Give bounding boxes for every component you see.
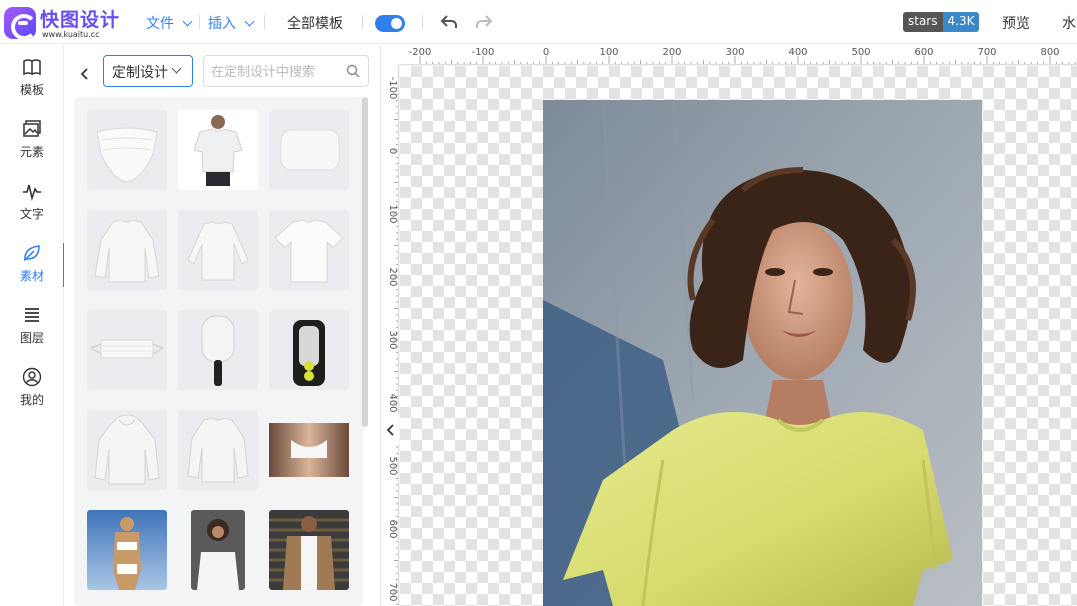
material-search <box>203 55 369 87</box>
grid-toggle[interactable] <box>375 15 405 32</box>
insert-menu-label: 插入 <box>208 16 236 32</box>
stars-label: stars <box>903 12 943 32</box>
logo-mark-icon <box>4 7 37 40</box>
sidebar-item-label: 素材 <box>19 269 44 283</box>
sidebar-item-label: 模板 <box>19 83 44 97</box>
preview-button[interactable]: 预览 <box>1002 13 1030 33</box>
brand-url: www.kuaitu.cc <box>42 30 100 39</box>
vertical-ruler: -1000100200300400500600700 <box>381 65 399 606</box>
brand-name: 快图设计 <box>40 9 121 31</box>
category-select[interactable]: 定制设计 <box>103 55 193 87</box>
layers-icon <box>25 308 39 322</box>
search-icon[interactable] <box>346 64 360 78</box>
user-icon <box>22 367 42 387</box>
horizontal-ruler: -200 -100 0 100 200 300 400 500 600 700 800 <box>399 45 1077 65</box>
search-input[interactable] <box>211 62 341 82</box>
sidebar-item-label: 图层 <box>19 331 44 345</box>
divider <box>362 15 363 29</box>
pulse-icon <box>23 184 41 201</box>
canvas-area: -200 -100 0 100 200 300 400 500 600 700 800 -100 0 1… <box>380 45 1077 606</box>
material-thumb-white-tee-model[interactable] <box>191 510 245 590</box>
sidebar-item-label: 元素 <box>19 145 44 159</box>
material-thumb-paddle[interactable] <box>178 310 258 390</box>
material-thumb-pillow[interactable] <box>269 110 349 190</box>
model-photo <box>543 100 982 606</box>
material-thumb-medical-mask[interactable] <box>87 310 167 390</box>
sidebar-item-mine[interactable]: 我的 <box>0 355 64 413</box>
file-menu[interactable]: 文件 <box>146 13 193 33</box>
materials-panel: 定制设计 <box>64 45 380 606</box>
chevron-down-icon <box>244 16 255 26</box>
image-icon <box>23 120 41 137</box>
material-thumb-crewneck[interactable] <box>178 410 258 490</box>
material-thumb-sweatshirt[interactable] <box>87 210 167 290</box>
category-select-value: 定制设计 <box>112 65 168 81</box>
ruler-corner <box>381 45 399 65</box>
file-menu-label: 文件 <box>146 16 174 32</box>
material-thumb-sports-bra-model[interactable] <box>269 410 349 490</box>
material-thumb-face-mask[interactable] <box>87 110 167 190</box>
panel-scrollbar[interactable] <box>362 97 368 427</box>
sidebar-item-elements[interactable]: 元素 <box>0 107 64 165</box>
material-thumb-hoodie[interactable] <box>87 410 167 490</box>
material-thumb-swimwear-model[interactable] <box>87 510 167 590</box>
chevron-left-icon <box>386 424 394 436</box>
insert-menu[interactable]: 插入 <box>208 13 255 33</box>
divider <box>422 15 423 29</box>
all-templates-button[interactable]: 全部模板 <box>287 13 343 33</box>
redo-icon[interactable] <box>474 12 494 32</box>
chevron-down-icon <box>182 16 193 26</box>
collapse-panel-button[interactable] <box>381 415 399 445</box>
sidebar-item-text[interactable]: 文字 <box>0 169 64 227</box>
sidebar-item-templates[interactable]: 模板 <box>0 45 64 103</box>
sidebar-item-materials[interactable]: 素材 <box>0 231 65 289</box>
stars-count: 4.3K <box>942 12 980 32</box>
material-grid <box>74 97 363 606</box>
brand-logo[interactable]: 快图设计 www.kuaitu.cc <box>4 5 134 41</box>
divider <box>199 15 200 29</box>
sidebar-item-layers[interactable]: 图层 <box>0 293 64 351</box>
sidebar-item-label: 文字 <box>19 207 44 221</box>
undo-icon[interactable] <box>439 12 459 32</box>
leaf-icon <box>24 245 40 262</box>
github-stars-badge[interactable]: stars 4.3K <box>903 12 980 32</box>
material-thumb-jacket-model[interactable] <box>269 510 349 590</box>
watermark-button[interactable]: 水 <box>1062 13 1076 33</box>
left-sidebar: 模板 元素 文字 素材 图层 我的 <box>0 45 65 606</box>
chevron-down-icon <box>171 63 182 74</box>
material-thumb-paddle-bag[interactable] <box>269 310 349 390</box>
sidebar-item-label: 我的 <box>19 393 44 407</box>
book-icon <box>23 59 41 76</box>
material-thumb-tshirt-model[interactable] <box>178 110 258 190</box>
top-toolbar: 快图设计 www.kuaitu.cc 文件 插入 全部模板 stars 4.3K… <box>0 0 1077 44</box>
back-arrow-icon[interactable] <box>78 67 92 81</box>
material-thumb-tshirt[interactable] <box>269 210 349 290</box>
divider <box>264 15 265 29</box>
material-thumb-longsleeve[interactable] <box>178 210 258 290</box>
canvas-photo[interactable] <box>543 100 982 606</box>
